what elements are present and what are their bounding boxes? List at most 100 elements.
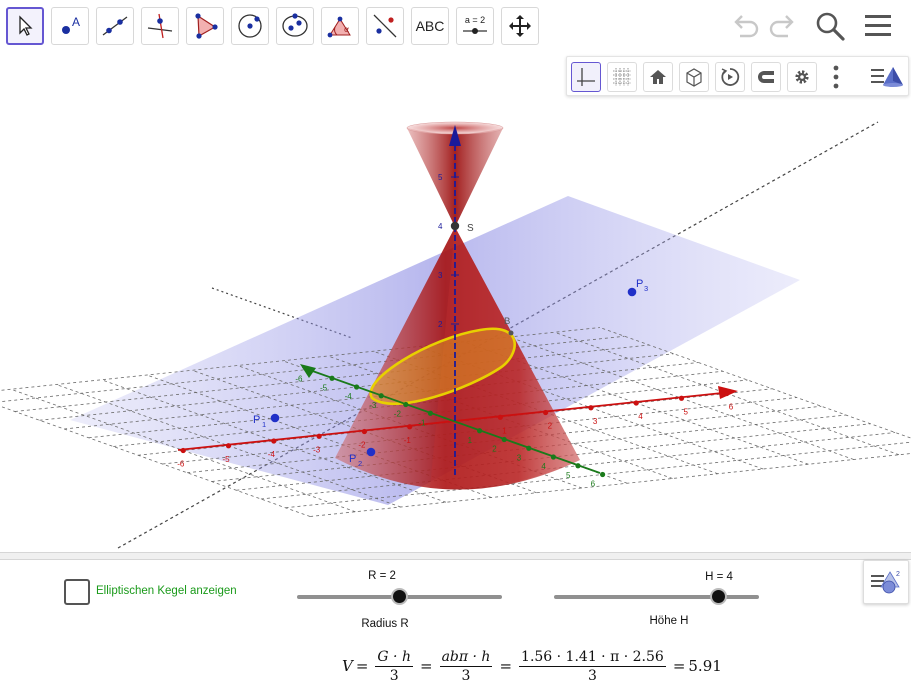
slider-h-knob[interactable] [709,588,727,605]
style-bar-toggle-button[interactable] [867,61,907,93]
x-axis-tick [316,433,322,439]
controls-panel: Elliptischen Kegel anzeigen R = 2 Radius… [0,560,911,700]
home-icon [650,70,666,84]
y-axis-tick-label: -5 [320,383,328,392]
x-axis-tick-label: 4 [638,412,643,421]
y-axis-tick [550,454,557,460]
y-axis-tick [378,393,384,399]
formula-f1-den: 3 [389,667,399,684]
formula-f3-num: 1.56 · 1.41 · π · 2.56 [519,648,666,667]
y-axis-tick [427,410,433,416]
apex-point-s[interactable] [450,221,460,231]
x-axis-tick [588,405,594,411]
graphics-style-bar [566,56,909,96]
p3-subscript: 3 [644,284,648,293]
reflect-tool-button[interactable] [366,7,404,45]
toggle-clipping-box-button[interactable] [679,62,709,92]
point-p3[interactable] [627,287,637,297]
move-tool-button[interactable] [6,7,44,45]
y-axis-tick-label: -4 [345,392,353,401]
line-tool-button[interactable] [96,7,134,45]
toggle-grid-button[interactable] [607,62,637,92]
point-capturing-button[interactable] [751,62,781,92]
slider-icon: a = 2 [463,15,487,34]
redo-button[interactable] [764,8,800,44]
geogebra-3d-app: A α ABC a = 2 1 2 3 4 5 6 -6 -5 -4 -3 -2… [0,0,911,700]
undo-button[interactable] [728,8,764,44]
svg-text:A: A [72,15,80,29]
polygon-icon [195,13,218,39]
scene-3d[interactable]: 1 2 3 4 5 6 -6 -5 -4 -3 -2 -1 -6 -5 -4 -3 -2 -1 1 2 3 4 5 6 2 3 4 5… [0,52,911,552]
perpendicular-line-tool-button[interactable] [141,7,179,45]
cursor-arrow-icon [19,15,33,36]
z-axis-tick-label: 5 [438,173,443,182]
y-axis-tick [329,375,335,381]
slider-r-knob[interactable] [391,588,408,605]
y-axis-tick [575,463,581,469]
view-settings-button[interactable] [787,62,817,92]
x-axis-tick [543,409,549,416]
view-divider[interactable] [0,552,911,560]
y-axis-tick-label: 4 [541,462,546,471]
slider-r-caption: R = 2 [368,570,396,582]
y-axis-tick-label: -2 [394,410,402,419]
rotate-view-button[interactable] [715,62,745,92]
slider-h-track[interactable] [554,595,759,599]
y-axis-tick-label: -3 [369,401,377,410]
point-tool-button[interactable]: A [51,7,89,45]
x-axis-tick [678,395,685,401]
x-axis-tick [225,443,232,449]
text-tool-button[interactable]: ABC [411,7,449,45]
formula-lhs: V [342,657,353,675]
move-graphics-view-tool-button[interactable] [501,7,539,45]
text-tool-label: ABC [415,18,445,34]
polygon-tool-button[interactable] [186,7,224,45]
slider-tool-button[interactable]: a = 2 [456,7,494,45]
x-axis-tick-label: -5 [223,455,231,464]
more-options-button[interactable] [829,63,843,91]
formula-fraction-2: abπ · h 3 [439,648,493,685]
x-axis-tick [497,414,503,420]
point-p1[interactable] [270,413,280,423]
reflect-about-line-icon [373,14,397,38]
algebra-view-toggle-button[interactable]: 2 [863,560,909,604]
formula-fraction-1: G · h 3 [375,648,413,685]
point-p2[interactable] [366,447,376,457]
cube-icon [686,68,702,87]
search-icon [816,12,845,41]
formula-fraction-3: 1.56 · 1.41 · π · 2.56 3 [519,648,666,685]
formula-f1-num: G · h [375,648,413,667]
y-axis-tick-label: -1 [418,418,426,427]
y-axis-tick-label: 2 [492,445,497,454]
x-axis-tick-label: -4 [268,450,276,459]
algebra-view-icon: 2 [871,571,900,594]
y-axis-tick [403,401,409,408]
ellipse-icon [282,13,308,37]
y-axis-tick-label: -6 [295,375,303,384]
x-axis-tick [180,447,186,454]
z-axis-tick-label: 2 [438,320,443,329]
slider-h-caption: H = 4 [705,571,733,583]
rim-point-b[interactable] [508,330,514,336]
x-axis-tick-label: -1 [404,436,412,445]
circle-tool-button[interactable] [231,7,269,45]
main-menu-button[interactable] [860,8,896,44]
elliptic-cone-checkbox-label[interactable]: Elliptischen Kegel anzeigen [96,585,237,597]
search-button[interactable] [812,8,848,44]
gear-icon [795,70,809,84]
y-axis-tick [600,471,606,478]
toggle-axes-button[interactable] [571,62,601,92]
elliptic-cone-checkbox[interactable] [64,579,90,605]
standard-view-button[interactable] [643,62,673,92]
graphics-3d-view[interactable]: 1 2 3 4 5 6 -6 -5 -4 -3 -2 -1 -6 -5 -4 -3 -2 -1 1 2 3 4 5 6 2 3 4 5… [0,52,911,552]
formula-f2-den: 3 [461,667,471,684]
x-axis-tick-label: 6 [729,403,734,412]
y-axis-tick-label: 6 [591,480,596,489]
x-axis-tick-label: -2 [358,441,366,450]
apex-label: S [467,223,474,234]
view-menu-icon [871,67,903,87]
ellipse-tool-button[interactable] [276,7,314,45]
p2-subscript: 2 [358,459,362,468]
angle-tool-button[interactable]: α [321,7,359,45]
slider-h-label: Höhe H [649,615,689,627]
